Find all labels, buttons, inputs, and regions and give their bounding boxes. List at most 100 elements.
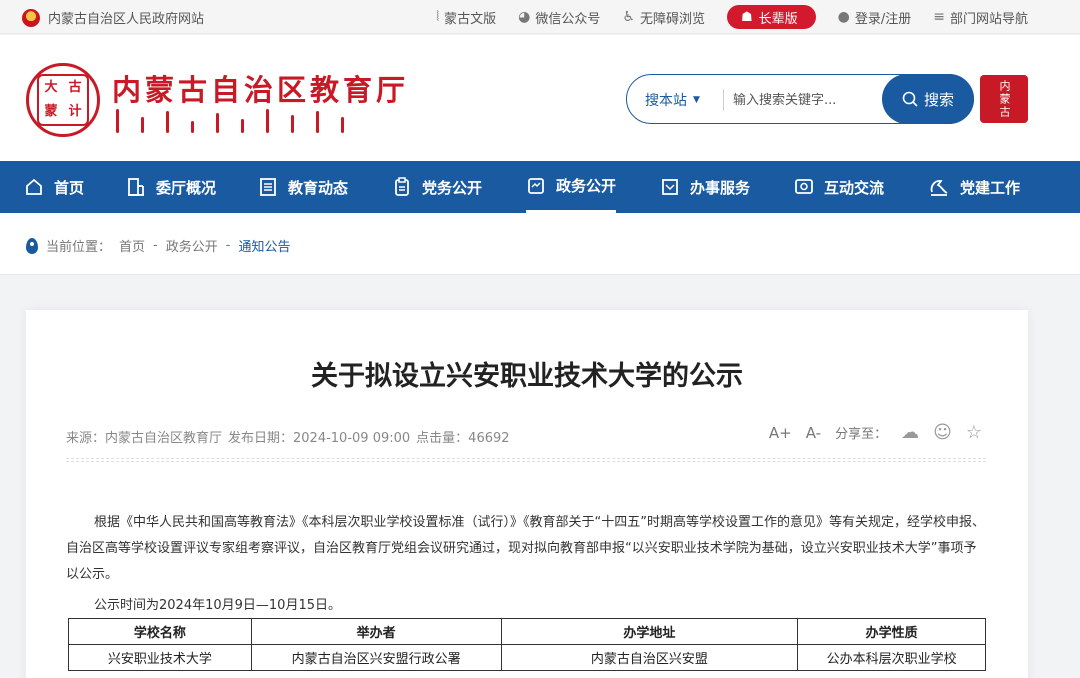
mongolian-version-link[interactable]: ⦚ 蒙古文版 [436, 8, 496, 27]
font-increase-button[interactable]: A+ [769, 424, 792, 442]
site-header: 大 古 蒙 计 内蒙古自治区教育厅 搜本站 ▼ 搜索 内蒙古 [0, 35, 1080, 161]
site-title: 内蒙古自治区教育厅 [112, 73, 410, 107]
nav-item-party-building[interactable]: 党建工作 [928, 161, 1020, 213]
breadcrumb-home-link[interactable]: 首页 [119, 236, 145, 255]
login-link[interactable]: ● 登录/注册 [838, 8, 912, 27]
mongolian-script-icon: ⦚ [436, 9, 440, 25]
gov-site-link[interactable]: 内蒙古自治区人民政府网站 [22, 8, 204, 27]
home-icon [26, 178, 42, 195]
table-cell: 内蒙古自治区兴安盟行政公署 [250, 644, 502, 671]
menu-icon: ≡ [933, 9, 945, 25]
nav-label: 互动交流 [824, 178, 885, 197]
article-tools: A+ A- 分享至： ☁ ☺ ☆ [769, 422, 982, 443]
nav-item-gov-affairs[interactable]: 政务公开 [526, 161, 617, 213]
wechat-link[interactable]: ◕ 微信公众号 [518, 8, 600, 27]
wechat-icon: ◕ [518, 9, 531, 25]
elder-mode-label: 长辈版 [758, 11, 798, 27]
meta-divider [66, 458, 986, 462]
gov-site-label: 内蒙古自治区人民政府网站 [48, 12, 205, 27]
top-links: ⦚ 蒙古文版 ◕ 微信公众号 ♿ 无障碍浏览 ☗ 长辈版 ● 登录/注册 ≡ 部… [436, 5, 1028, 29]
accessible-link[interactable]: ♿ 无障碍浏览 [622, 8, 705, 27]
article-card: 关于拟设立兴安职业技术大学的公示 来源：内蒙古自治区教育厅 发布日期：2024-… [26, 310, 1028, 678]
nav-label: 委厅概况 [156, 178, 217, 197]
seal-char: 大 [44, 80, 58, 95]
search-button[interactable]: 搜索 [882, 74, 974, 124]
nav-item-news[interactable]: 教育动态 [258, 161, 348, 213]
elder-mode-button[interactable]: ☗ 长辈版 [726, 5, 816, 29]
breadcrumb-section-link[interactable]: 政务公开 [166, 236, 218, 255]
table-row: 兴安职业技术大学 内蒙古自治区兴安盟行政公署 内蒙古自治区兴安盟 公办本科层次职… [68, 644, 986, 671]
nav-item-overview[interactable]: 委厅概况 [126, 161, 216, 213]
article-clicks: 点击量：46692 [416, 431, 510, 446]
party-icon [930, 180, 948, 196]
seal-char: 计 [68, 104, 82, 119]
wechat-share-icon[interactable]: ☺ [933, 422, 952, 443]
national-emblem-icon [22, 8, 40, 27]
breadcrumb-separator: - [225, 238, 231, 253]
table-header-cell: 学校名称 [68, 618, 252, 645]
notice-time: 公示时间为2024年10月9日—10月15日。 [94, 598, 341, 613]
mongolian-version-label: 蒙古文版 [444, 11, 497, 27]
nav-item-interaction[interactable]: 互动交流 [794, 161, 884, 213]
site-logo-seal[interactable]: 大 古 蒙 计 [26, 63, 100, 137]
seal-characters: 大 古 蒙 计 [37, 74, 89, 126]
location-pin-icon [26, 237, 38, 254]
top-bar: 内蒙古自治区人民政府网站 ⦚ 蒙古文版 ◕ 微信公众号 ♿ 无障碍浏览 ☗ 长辈… [0, 0, 1080, 34]
list-icon [260, 178, 276, 196]
caret-down-icon: ▼ [693, 95, 700, 105]
mongolian-badge[interactable]: 内蒙古 [980, 75, 1028, 123]
search-scope-select[interactable]: 搜本站 ▼ [645, 90, 700, 110]
wechat-label: 微信公众号 [535, 11, 601, 27]
mongolian-script-title [116, 109, 386, 135]
nav-label: 首页 [54, 178, 85, 197]
school-table: 学校名称 举办者 办学地址 办学性质 兴安职业技术大学 内蒙古自治区兴安盟行政公… [68, 618, 986, 671]
breadcrumb: 当前位置： 首页 - 政务公开 - 通知公告 [0, 213, 1080, 275]
search-box: 搜本站 ▼ 搜索 [626, 74, 974, 124]
nav-label: 党务公开 [422, 178, 483, 197]
building-icon [128, 178, 144, 196]
seal-char: 古 [68, 80, 82, 95]
article-source: 来源：内蒙古自治区教育厅 [66, 431, 223, 446]
search-scope-label: 搜本站 [645, 93, 687, 109]
dept-nav-link[interactable]: ≡ 部门网站导航 [933, 8, 1028, 27]
article-body: 根据《中华人民共和国高等教育法》《本科层次职业学校设置标准（试行）》《教育部关于… [66, 515, 985, 582]
table-cell: 内蒙古自治区兴安盟 [500, 644, 799, 671]
nav-label: 教育动态 [288, 178, 349, 197]
elder-icon: ☗ [740, 9, 753, 25]
nav-label: 党建工作 [960, 178, 1021, 197]
table-cell: 公办本科层次职业学校 [797, 644, 986, 671]
font-decrease-button[interactable]: A- [806, 424, 821, 442]
accessibility-icon: ♿ [622, 9, 635, 25]
article-date: 发布日期：2024-10-09 09:00 [228, 431, 411, 446]
chat-icon [795, 179, 813, 194]
nav-item-party-affairs[interactable]: 党务公开 [392, 161, 482, 213]
nav-label: 办事服务 [690, 178, 751, 197]
weibo-icon[interactable]: ☁ [901, 422, 919, 443]
table-header-row: 学校名称 举办者 办学地址 办学性质 [68, 618, 986, 645]
user-icon: ● [837, 9, 850, 25]
article-title: 关于拟设立兴安职业技术大学的公示 [311, 361, 743, 392]
nav-item-home[interactable]: 首页 [24, 161, 84, 213]
search-input[interactable] [733, 88, 893, 112]
breadcrumb-separator: - [153, 238, 158, 253]
table-header-cell: 举办者 [250, 618, 502, 645]
table-cell: 兴安职业技术大学 [68, 644, 252, 671]
table-header-cell: 办学性质 [797, 618, 986, 645]
nav-label: 政务公开 [556, 177, 617, 195]
main-nav: 首页 委厅概况 教育动态 党务公开 政务公开 办事服务 互动交流 党建工作 [0, 161, 1080, 213]
clipboard-icon [395, 177, 409, 196]
table-header-cell: 办学地址 [500, 618, 799, 645]
share-label: 分享至： [835, 427, 888, 442]
search-divider [723, 89, 724, 111]
accessible-label: 无障碍浏览 [639, 11, 705, 27]
search-icon [902, 91, 918, 107]
breadcrumb-prefix: 当前位置： [46, 240, 112, 255]
article-meta: 来源：内蒙古自治区教育厅 发布日期：2024-10-09 09:00 点击量：4… [66, 427, 510, 446]
search-button-label: 搜索 [923, 90, 954, 109]
breadcrumb-current-link[interactable]: 通知公告 [238, 236, 290, 255]
document-icon [528, 177, 544, 194]
star-icon[interactable]: ☆ [966, 422, 982, 443]
nav-item-services[interactable]: 办事服务 [660, 161, 750, 213]
login-label: 登录/注册 [854, 11, 912, 27]
dept-nav-label: 部门网站导航 [949, 11, 1028, 27]
